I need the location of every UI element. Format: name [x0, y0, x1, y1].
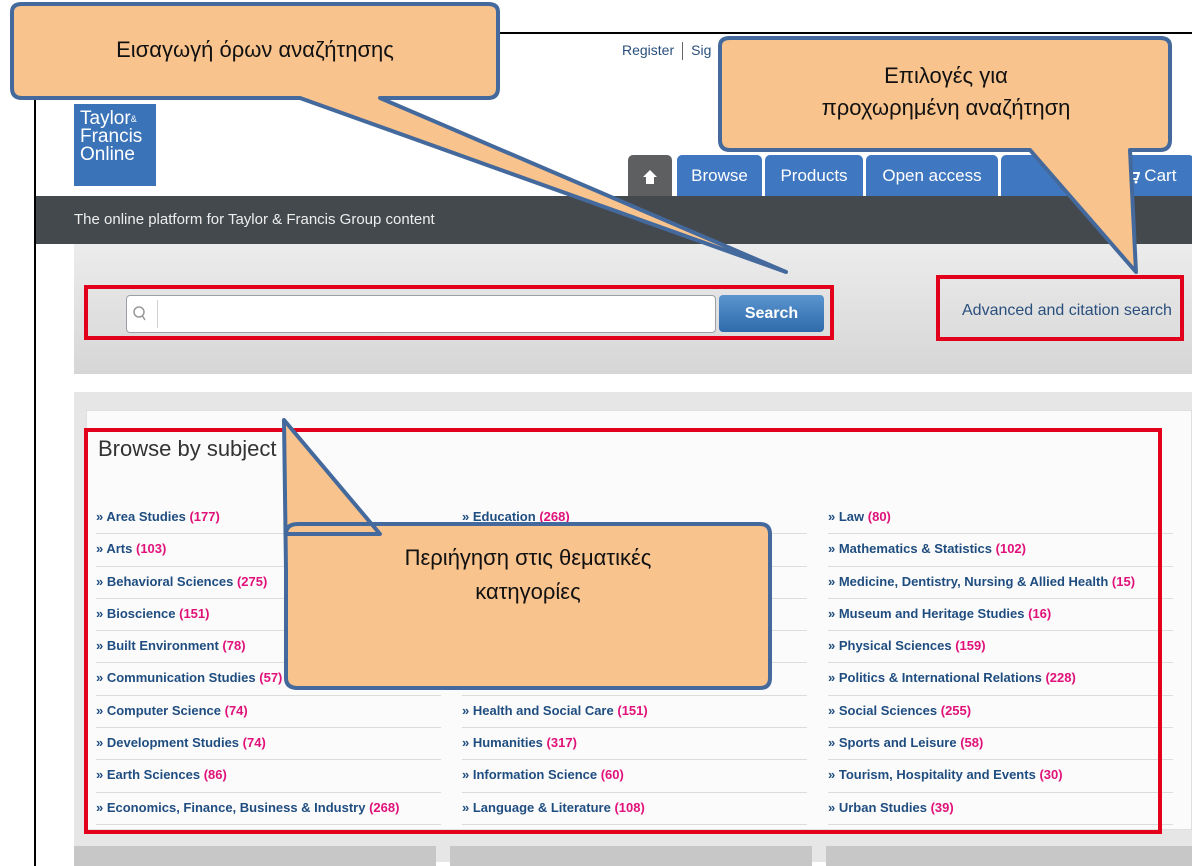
callout-browse-line-2: κατηγορίες	[475, 579, 581, 604]
callout-advanced-line-2: προχωρημένη αναζήτηση	[821, 95, 1071, 120]
callout-shapes	[10, 2, 1172, 690]
callout-advanced-line-1: Επιλογές για	[884, 63, 1008, 88]
callout-browse-line-1: Περιήγηση στις θεματικές	[404, 545, 652, 570]
callout-search-text: Εισαγωγή όρων αναζήτησης	[116, 37, 394, 62]
